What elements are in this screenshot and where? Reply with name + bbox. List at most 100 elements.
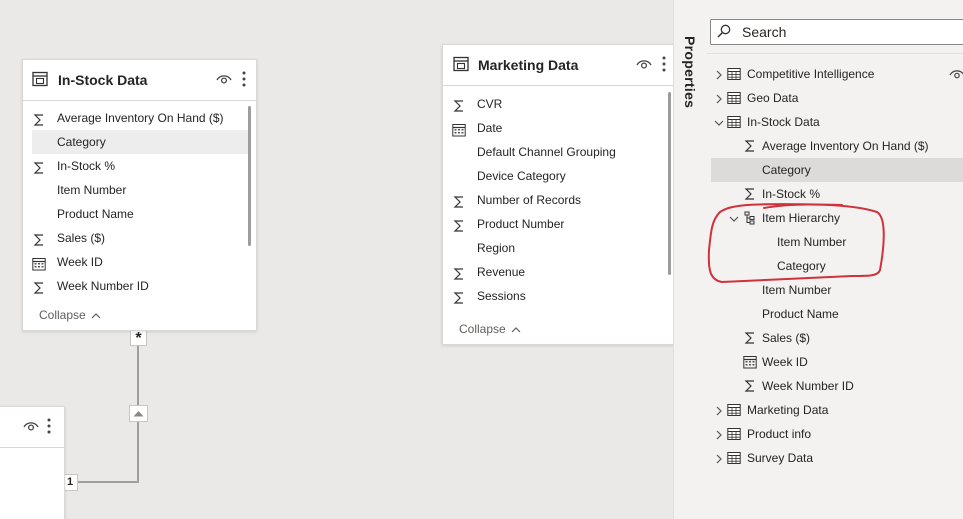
- sigma-icon: [32, 231, 46, 246]
- table-card-instock-data[interactable]: In-Stock Data Average Inventory On Hand …: [22, 59, 257, 331]
- field-item-week-number-id[interactable]: Week Number ID: [711, 374, 963, 398]
- search-icon: [717, 24, 731, 38]
- collapse-label: Collapse: [39, 308, 86, 322]
- field-item-week-id[interactable]: Week ID: [711, 350, 963, 374]
- sigma-icon: [743, 331, 757, 345]
- tree-item-label: Average Inventory On Hand ($): [762, 139, 929, 153]
- visibility-eye-icon[interactable]: [949, 68, 963, 83]
- tree-item-label: Item Number: [777, 235, 847, 249]
- chevron-down-icon[interactable]: [714, 117, 724, 127]
- card-title: In-Stock Data: [58, 72, 148, 88]
- field-row-week-number-id[interactable]: Week Number ID: [32, 274, 248, 298]
- sigma-icon: [32, 159, 46, 174]
- hierarchy-level-category[interactable]: Category: [711, 254, 963, 278]
- sigma-icon: [743, 187, 757, 201]
- card-header: Marketing Data: [443, 45, 673, 86]
- field-item-category[interactable]: Category: [711, 158, 963, 182]
- more-options-icon[interactable]: [46, 417, 52, 435]
- more-options-icon[interactable]: [661, 55, 667, 73]
- sigma-icon: [452, 289, 466, 304]
- chevron-up-icon: [91, 313, 101, 319]
- table-card-marketing-data[interactable]: Marketing Data CVR Date Default Channel Gr…: [442, 44, 673, 345]
- field-item-product-name[interactable]: Product Name: [711, 302, 963, 326]
- calendar-icon: [32, 255, 46, 271]
- properties-pane-label[interactable]: Properties: [682, 36, 698, 108]
- field-item-item-number[interactable]: Item Number: [711, 278, 963, 302]
- relationship-many-marker[interactable]: *: [130, 330, 147, 347]
- field-label: Item Number: [57, 183, 127, 197]
- arrow-up-icon: [133, 411, 144, 417]
- table-item-product-info[interactable]: Product info: [711, 422, 963, 446]
- chevron-right-icon[interactable]: [714, 429, 724, 440]
- field-row-revenue[interactable]: Revenue: [452, 260, 668, 284]
- chevron-right-icon[interactable]: [714, 405, 724, 416]
- chevron-right-icon[interactable]: [714, 93, 724, 104]
- tree-item-label: In-Stock %: [762, 187, 821, 201]
- field-label: Category: [57, 135, 106, 149]
- field-label: Date: [477, 121, 503, 135]
- field-label: Device Category: [477, 169, 566, 183]
- table-card-partial[interactable]: [0, 406, 65, 519]
- properties-pane-collapsed[interactable]: Properties: [673, 0, 708, 519]
- table-item-competitive-intelligence[interactable]: Competitive Intelligence: [711, 62, 963, 86]
- field-label: Average Inventory On Hand ($): [57, 111, 224, 125]
- field-row-region[interactable]: Region: [452, 236, 668, 260]
- hierarchy-level-item-number[interactable]: Item Number: [711, 230, 963, 254]
- model-canvas[interactable]: * 1 In-Stock Data Average Inventory On H…: [0, 0, 673, 519]
- fields-pane: Search Competitive Intelligence Geo Data I…: [707, 0, 963, 519]
- card-collapse-button[interactable]: Collapse: [459, 322, 521, 336]
- card-scrollbar[interactable]: [668, 92, 671, 275]
- chevron-down-icon[interactable]: [729, 213, 739, 223]
- field-label: Sales ($): [57, 231, 106, 245]
- chevron-right-icon[interactable]: [714, 69, 724, 80]
- field-row-category[interactable]: Category: [32, 130, 248, 154]
- field-item-item-hierarchy[interactable]: Item Hierarchy: [711, 206, 963, 230]
- search-box[interactable]: Search: [710, 19, 963, 45]
- field-item-sales[interactable]: Sales ($): [711, 326, 963, 350]
- visibility-eye-icon[interactable]: [636, 58, 652, 70]
- field-label: Number of Records: [477, 193, 582, 207]
- field-row-week-id[interactable]: Week ID: [32, 250, 248, 274]
- tree-item-label: Category: [762, 163, 811, 177]
- field-row-in-stock[interactable]: In-Stock %: [32, 154, 248, 178]
- chevron-right-icon[interactable]: [714, 453, 724, 464]
- sigma-icon: [452, 217, 466, 232]
- field-item-average-inventory-on-hand[interactable]: Average Inventory On Hand ($): [711, 134, 963, 158]
- field-label: Revenue: [477, 265, 526, 279]
- field-label: Sessions: [477, 289, 526, 303]
- field-row-item-number[interactable]: Item Number: [32, 178, 248, 202]
- table-item-in-stock-data[interactable]: In-Stock Data: [711, 110, 963, 134]
- field-row-average-inventory-on-hand[interactable]: Average Inventory On Hand ($): [32, 106, 248, 130]
- card-collapse-button[interactable]: Collapse: [39, 308, 101, 322]
- field-label: Product Name: [57, 207, 134, 221]
- field-label: Week Number ID: [57, 279, 149, 293]
- tree-item-label: Item Number: [762, 283, 832, 297]
- sigma-icon: [743, 379, 757, 393]
- field-row-product-name[interactable]: Product Name: [32, 202, 248, 226]
- field-row-default-channel-grouping[interactable]: Default Channel Grouping: [452, 140, 668, 164]
- tree-item-label: Category: [777, 259, 826, 273]
- table-icon: [727, 451, 741, 465]
- field-label: Default Channel Grouping: [477, 145, 616, 159]
- tree-item-label: Item Hierarchy: [762, 211, 841, 225]
- field-row-product-number[interactable]: Product Number: [452, 212, 668, 236]
- visibility-eye-icon[interactable]: [23, 420, 39, 432]
- field-label: Week ID: [57, 255, 103, 269]
- table-item-geo-data[interactable]: Geo Data: [711, 86, 963, 110]
- field-item-in-stock[interactable]: In-Stock %: [711, 182, 963, 206]
- relationship-direction-arrow[interactable]: [129, 405, 148, 422]
- field-row-sales[interactable]: Sales ($): [32, 226, 248, 250]
- field-row-number-of-records[interactable]: Number of Records: [452, 188, 668, 212]
- field-row-cvr[interactable]: CVR: [452, 92, 668, 116]
- table-item-survey-data[interactable]: Survey Data: [711, 446, 963, 470]
- field-row-device-category[interactable]: Device Category: [452, 164, 668, 188]
- card-header: In-Stock Data: [23, 60, 256, 101]
- tree-item-label: Week Number ID: [762, 379, 854, 393]
- field-row-date[interactable]: Date: [452, 116, 668, 140]
- more-options-icon[interactable]: [241, 70, 247, 88]
- table-item-marketing-data[interactable]: Marketing Data: [711, 398, 963, 422]
- tree-item-label: Survey Data: [747, 451, 814, 465]
- field-row-sessions[interactable]: Sessions: [452, 284, 668, 308]
- visibility-eye-icon[interactable]: [216, 73, 232, 85]
- card-scrollbar[interactable]: [248, 106, 251, 246]
